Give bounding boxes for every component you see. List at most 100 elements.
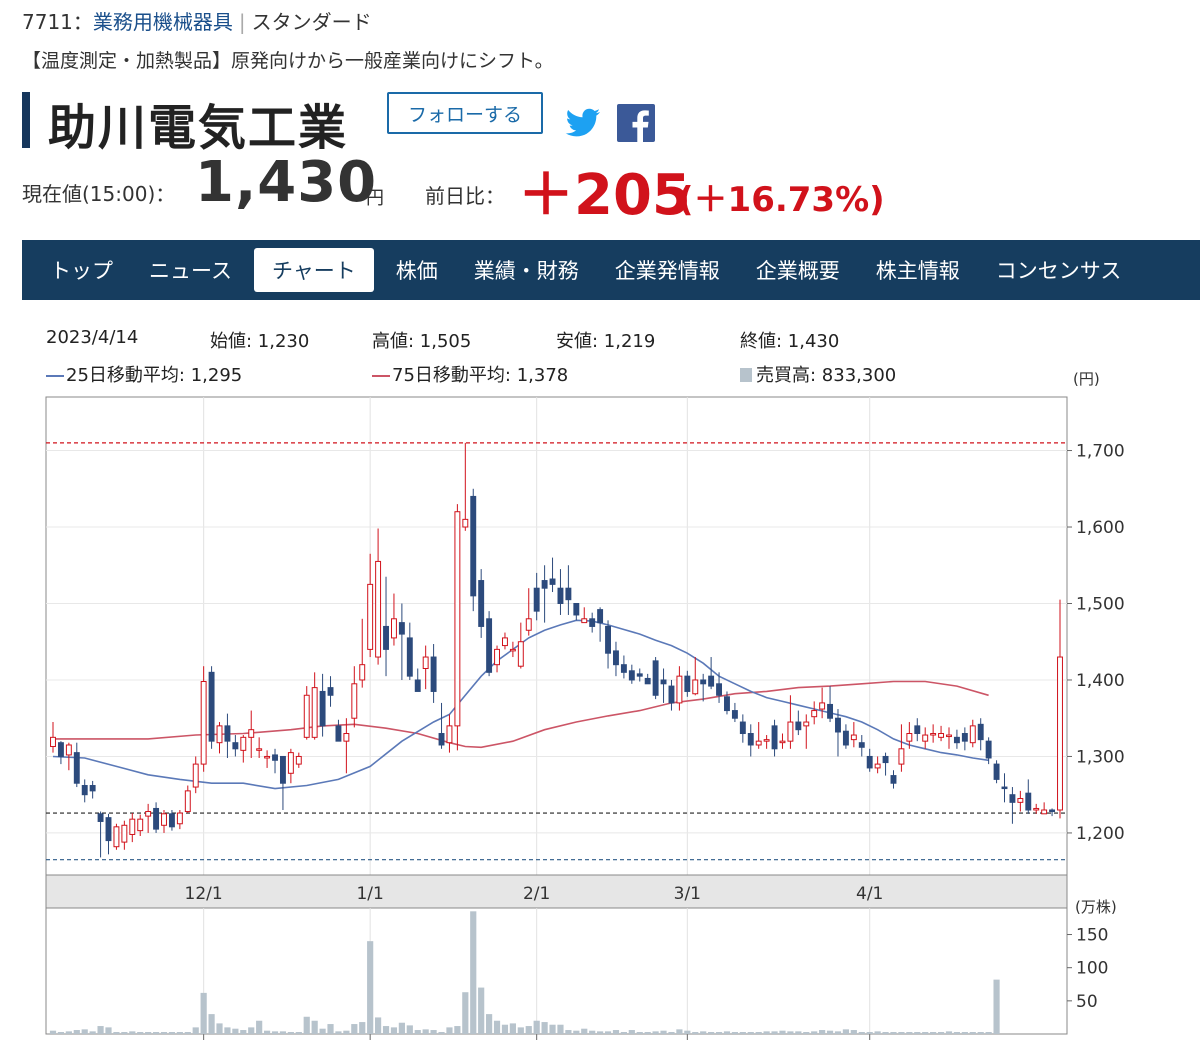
volume-bar (795, 1031, 802, 1034)
candle-up (367, 583, 374, 650)
candle-up (216, 725, 223, 744)
candle-down (993, 763, 1000, 780)
x-tick-label: 3/1 (674, 884, 701, 904)
volume-bar (731, 1032, 738, 1034)
candle-down (597, 609, 604, 624)
volume-bar (121, 1032, 128, 1034)
price-axis: 1,700 1,600 1,500 1,400 1,300 1,200 (1067, 442, 1125, 844)
volume-bar (850, 1030, 857, 1034)
volume-bar (137, 1032, 144, 1034)
candle-down (985, 740, 992, 759)
volume-bar (343, 1030, 350, 1034)
volume-bar (486, 1014, 493, 1034)
volume-bar (248, 1027, 255, 1034)
volume-bar (279, 1031, 287, 1034)
volume-bar (755, 1032, 762, 1034)
volume-bar (145, 1032, 152, 1034)
candle-up (811, 710, 818, 718)
volume-bar (382, 1026, 390, 1034)
volume-bar (256, 1020, 263, 1034)
volume-bar (620, 1032, 627, 1034)
volume-bar (319, 1028, 326, 1034)
x-tick-label: 2/1 (523, 884, 550, 904)
volume-bar (398, 1022, 405, 1034)
volume-plot-frame (45, 907, 1068, 1035)
candle-up (446, 725, 453, 744)
volume-bar (874, 1031, 881, 1034)
candle-down (747, 733, 754, 746)
y-tick-label: 1,300 (1076, 747, 1125, 767)
volume-bar (49, 1030, 57, 1034)
volume-bar (263, 1030, 271, 1034)
volume-bar (914, 1032, 921, 1034)
y-tick-label: 1,400 (1076, 671, 1125, 691)
volume-bar (597, 1031, 604, 1034)
volume-bar (660, 1030, 667, 1034)
volume-bar (858, 1032, 865, 1034)
candle-down (105, 817, 112, 842)
candle-up (1041, 809, 1048, 815)
volume-bar (700, 1031, 707, 1034)
candle-up (192, 763, 199, 788)
volume-bar (977, 1032, 984, 1034)
volume-bar (406, 1025, 413, 1034)
candle-up (787, 721, 794, 742)
volume-bar (842, 1029, 850, 1034)
volume-bar (723, 1031, 731, 1034)
candle-up (240, 736, 247, 751)
candle-down (279, 755, 286, 784)
candle-up (676, 675, 683, 704)
candle-down (486, 618, 493, 673)
candle-up (1033, 807, 1040, 811)
candle-down (668, 685, 675, 704)
candle-down (977, 723, 984, 741)
volume-bar (541, 1022, 548, 1034)
candle-down (724, 696, 730, 712)
volume-bar (65, 1031, 72, 1034)
candle-down (739, 721, 746, 735)
candle-up (351, 683, 358, 719)
candle-down (636, 673, 643, 677)
volume-bar (200, 992, 207, 1034)
candle-up (779, 740, 786, 744)
candle-down (573, 602, 580, 616)
volume-bar (937, 1032, 945, 1034)
volume-bar (779, 1030, 786, 1034)
candle-down (97, 813, 104, 822)
volume-bar (676, 1029, 683, 1034)
volume-bar (628, 1030, 635, 1034)
volume-bar (367, 941, 374, 1034)
volume-bar (826, 1030, 834, 1034)
candle-up (1017, 798, 1024, 803)
candle-down (81, 785, 88, 796)
volume-bar (985, 1032, 992, 1034)
candle-up (303, 694, 310, 738)
candle-down (827, 703, 834, 719)
candle-up (129, 818, 136, 835)
candle-down (57, 742, 64, 757)
candle-up (113, 826, 120, 848)
candle-down (731, 710, 738, 719)
volume-bar (612, 1030, 620, 1034)
candle-down (73, 752, 80, 784)
volume-bar (478, 987, 485, 1034)
volume-bar (604, 1031, 612, 1034)
volume-bar (160, 1032, 168, 1034)
volume-bar (89, 1031, 96, 1034)
candle-up (343, 733, 350, 742)
candle-up (692, 679, 699, 695)
volume-bar (581, 1028, 588, 1034)
candle-up (422, 656, 429, 670)
candle-up (161, 813, 167, 826)
candle-up (137, 818, 144, 832)
candle-up (145, 811, 152, 817)
candle-up (502, 637, 508, 647)
candle-up (256, 748, 263, 751)
volume-bar (668, 1032, 675, 1034)
candle-up (50, 736, 56, 748)
candle-down (89, 785, 96, 792)
volume-bar (993, 979, 1000, 1034)
volume-bar (168, 1032, 176, 1034)
candle-down (565, 587, 572, 601)
volume-bar (866, 1032, 873, 1034)
